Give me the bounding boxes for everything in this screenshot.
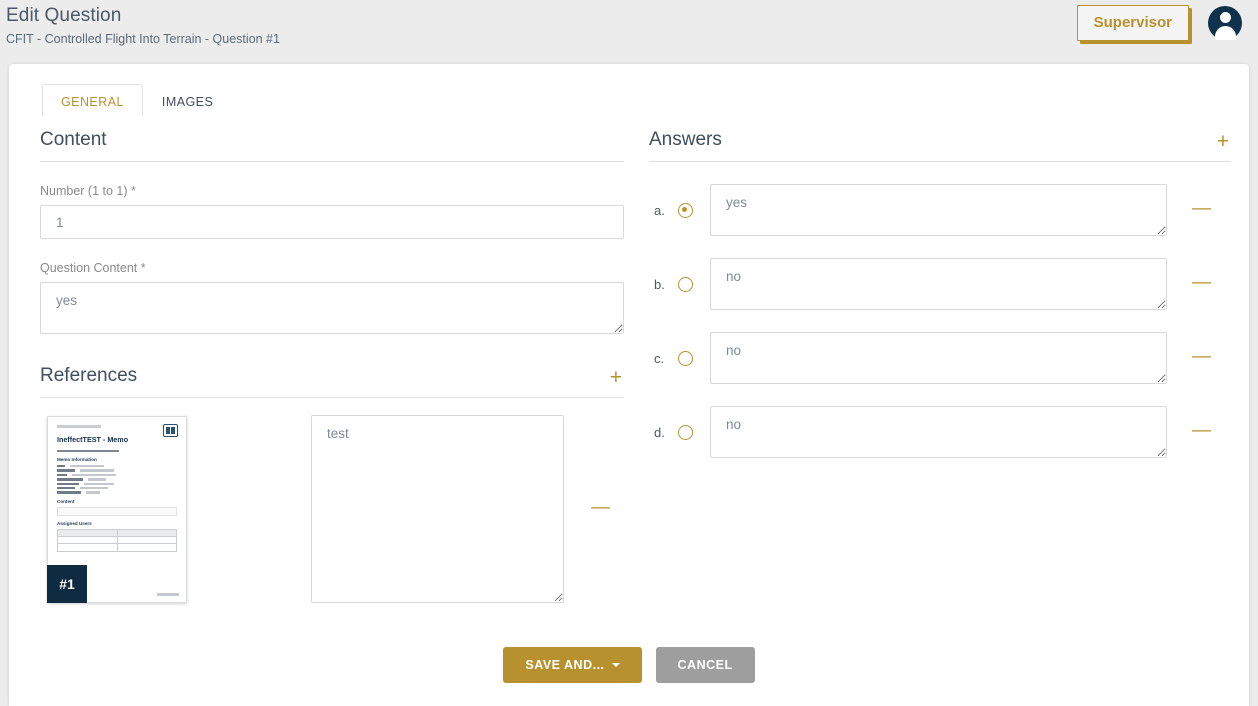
- remove-answer-minus-icon-a[interactable]: —: [1190, 199, 1213, 218]
- remove-answer-minus-icon-b[interactable]: —: [1190, 273, 1213, 292]
- document-section-3: Assigned Users: [57, 520, 92, 526]
- header-titles: Edit Question CFIT - Controlled Flight I…: [6, 3, 280, 47]
- content-section-header: Content: [40, 128, 624, 162]
- answer-row-d: d. —: [649, 406, 1231, 458]
- document-section-2: Content: [57, 498, 75, 504]
- supervisor-role-button[interactable]: Supervisor: [1076, 5, 1189, 41]
- question-content-textarea[interactable]: [40, 282, 624, 334]
- references-section-title: References: [40, 365, 138, 386]
- answer-radio-c[interactable]: [678, 350, 693, 366]
- save-and-button[interactable]: SAVE AND...: [503, 646, 642, 683]
- document-stamp-icon: [163, 423, 178, 437]
- reference-thumbnail[interactable]: IneffectTEST - Memo Memo Information Con…: [47, 415, 187, 603]
- answer-textarea-c[interactable]: [710, 332, 1167, 384]
- answer-textarea-b[interactable]: [710, 258, 1167, 310]
- page-title: Edit Question: [6, 5, 122, 26]
- answer-radio-a[interactable]: [678, 202, 693, 218]
- reference-note-wrapper: [311, 415, 564, 603]
- save-and-label: SAVE AND...: [525, 657, 605, 672]
- reference-row: IneffectTEST - Memo Memo Information Con…: [40, 415, 624, 603]
- question-content-field: Question Content *: [40, 261, 624, 334]
- answer-remove-wrapper-b: —: [1190, 273, 1213, 293]
- user-avatar-icon[interactable]: [1208, 6, 1242, 40]
- question-content-label: Question Content *: [40, 261, 146, 275]
- number-field-label: Number (1 to 1) *: [40, 184, 136, 198]
- content-section-title: Content: [40, 129, 107, 150]
- answer-row-b: b. —: [649, 258, 1231, 310]
- reference-order-badge: #1: [47, 564, 87, 603]
- answers-section-title: Answers: [649, 129, 722, 150]
- document-section-1: Memo Information: [57, 457, 97, 463]
- answer-letter-c: c.: [654, 350, 665, 366]
- remove-answer-minus-icon-d[interactable]: —: [1190, 421, 1213, 440]
- answer-letter-d: d.: [654, 424, 665, 440]
- answer-remove-wrapper-c: —: [1190, 347, 1213, 367]
- remove-answer-minus-icon-c[interactable]: —: [1190, 347, 1213, 366]
- cancel-button[interactable]: CANCEL: [655, 646, 755, 683]
- answers-section-header: Answers +: [649, 128, 1231, 162]
- document-preview-title: IneffectTEST - Memo: [57, 434, 129, 444]
- answer-radio-d[interactable]: [678, 424, 693, 440]
- document-preview-body: IneffectTEST - Memo Memo Information Con…: [48, 417, 186, 560]
- form-columns: Content Number (1 to 1) * Question Conte…: [9, 116, 1249, 603]
- references-section-header: References +: [40, 364, 624, 398]
- reference-remove-wrapper: —: [589, 498, 612, 518]
- answer-letter-b: b.: [654, 276, 665, 292]
- answer-textarea-a[interactable]: [710, 184, 1167, 236]
- tab-bar: GENERAL IMAGES: [9, 64, 1249, 116]
- form-footer: SAVE AND... CANCEL: [9, 646, 1249, 706]
- number-input[interactable]: [40, 205, 624, 239]
- breadcrumb: CFIT - Controlled Flight Into Terrain - …: [6, 32, 280, 46]
- answer-remove-wrapper-d: —: [1190, 421, 1213, 441]
- answer-row-a: a. —: [649, 184, 1231, 236]
- tab-images[interactable]: IMAGES: [143, 84, 232, 116]
- remove-reference-minus-icon[interactable]: —: [589, 498, 612, 517]
- answer-textarea-d[interactable]: [710, 406, 1167, 458]
- answer-letter-a: a.: [654, 202, 665, 218]
- tab-general[interactable]: GENERAL: [42, 84, 143, 116]
- answer-remove-wrapper-a: —: [1190, 199, 1213, 219]
- add-reference-plus-icon[interactable]: +: [608, 367, 624, 388]
- reference-note-textarea[interactable]: [311, 415, 564, 603]
- answer-radio-b[interactable]: [678, 276, 693, 292]
- edit-question-card: GENERAL IMAGES Content Number (1 to 1) *…: [9, 64, 1249, 706]
- header-actions: Supervisor: [1076, 5, 1242, 41]
- content-column: Content Number (1 to 1) * Question Conte…: [40, 128, 624, 603]
- add-answer-plus-icon[interactable]: +: [1215, 131, 1231, 152]
- column-divider: [624, 128, 649, 603]
- number-field: Number (1 to 1) *: [40, 184, 624, 239]
- answer-row-c: c. —: [649, 332, 1231, 384]
- chevron-down-icon: [611, 663, 620, 668]
- answers-column: Answers + a. — b. — c.: [649, 128, 1231, 603]
- app-header: Edit Question CFIT - Controlled Flight I…: [0, 0, 1258, 64]
